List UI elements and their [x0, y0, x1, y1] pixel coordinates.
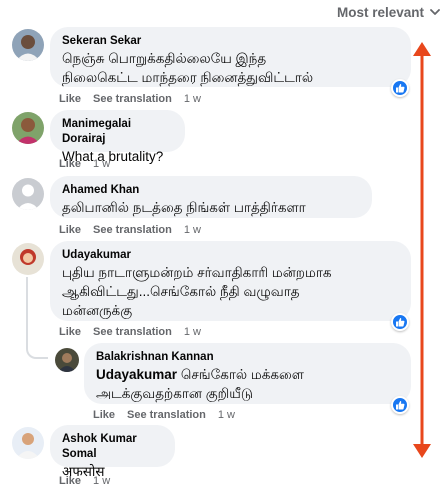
- comment-author[interactable]: Ahamed Khan: [62, 183, 360, 198]
- comment-author[interactable]: Udayakumar: [62, 248, 399, 263]
- comment-actions: Like 1 w: [59, 157, 110, 171]
- comment-text-part: செங்கோல் மக்களை: [180, 367, 304, 382]
- like-button[interactable]: Like: [93, 408, 115, 422]
- like-button[interactable]: Like: [59, 325, 81, 339]
- see-translation-button[interactable]: See translation: [93, 223, 172, 237]
- avatar[interactable]: [12, 29, 44, 61]
- comment-time[interactable]: 1 w: [93, 157, 110, 171]
- double-headed-arrow-icon: [413, 42, 431, 458]
- comment-actions: Like See translation 1 w: [59, 325, 201, 339]
- mention-link[interactable]: Udayakumar: [96, 367, 177, 382]
- comment-bubble: Sekeran Sekar நெஞ்சு பொறுக்கதில்லையே இந்…: [50, 27, 411, 87]
- avatar[interactable]: [12, 178, 44, 210]
- comment-bubble: Udayakumar புதிய நாடாளுமன்றம் சர்வாதிகார…: [50, 241, 411, 321]
- avatar[interactable]: [12, 112, 44, 144]
- comment-time[interactable]: 1 w: [93, 474, 110, 488]
- chevron-down-icon: [430, 9, 440, 15]
- comment-author[interactable]: Ashok Kumar Somal: [62, 432, 163, 462]
- comment-author[interactable]: Sekeran Sekar: [62, 34, 399, 49]
- like-button[interactable]: Like: [59, 92, 81, 106]
- comment-author[interactable]: Balakrishnan Kannan: [96, 350, 399, 365]
- thumbs-up-icon: [396, 318, 405, 327]
- comment-bubble: Balakrishnan Kannan Udayakumar செங்கோல் …: [84, 343, 411, 404]
- comment-actions: Like 1 w: [59, 474, 110, 488]
- thread-line: [26, 277, 28, 341]
- like-button[interactable]: Like: [59, 157, 81, 171]
- like-button[interactable]: Like: [59, 223, 81, 237]
- avatar[interactable]: [55, 348, 79, 372]
- comment-actions: Like See translation 1 w: [59, 92, 201, 106]
- avatar[interactable]: [12, 243, 44, 275]
- like-reaction-badge[interactable]: [391, 79, 409, 97]
- thumbs-up-icon: [396, 401, 405, 410]
- avatar[interactable]: [12, 427, 44, 459]
- comment-author[interactable]: Manimegalai Dorairaj: [62, 117, 173, 147]
- sort-label: Most relevant: [336, 4, 424, 20]
- see-translation-button[interactable]: See translation: [93, 325, 172, 339]
- comment-time[interactable]: 1 w: [184, 325, 201, 339]
- comment-time[interactable]: 1 w: [184, 223, 201, 237]
- like-reaction-badge[interactable]: [391, 396, 409, 414]
- thread-elbow: [26, 339, 48, 359]
- see-translation-button[interactable]: See translation: [127, 408, 206, 422]
- comment-text: நெஞ்சு பொறுக்கதில்லையே இந்த: [62, 51, 267, 66]
- comment-text: புதிய நாடாளுமன்றம் சர்வாதிகாரி மன்றமாக: [62, 265, 332, 280]
- comment-actions: Like See translation 1 w: [59, 223, 201, 237]
- comment-text: தலிபானில் நடத்தை நிங்கள் பாத்திர்களா: [62, 200, 306, 215]
- see-translation-button[interactable]: See translation: [93, 92, 172, 106]
- comment-text: ஆகிவிட்டது...செங்கோல் நீதி வழுவாத: [62, 284, 300, 299]
- comment-bubble: Manimegalai Dorairaj What a brutality?: [50, 110, 185, 164]
- comment-bubble: Ahamed Khan தலிபானில் நடத்தை நிங்கள் பாத…: [50, 176, 372, 218]
- thumbs-up-icon: [396, 84, 405, 93]
- comment-actions: Like See translation 1 w: [93, 408, 235, 422]
- comment-time[interactable]: 1 w: [184, 92, 201, 106]
- sort-dropdown[interactable]: Most relevant: [337, 2, 440, 22]
- comment-text: அடக்குவதற்கான குறியீடு: [96, 386, 253, 401]
- like-button[interactable]: Like: [59, 474, 81, 488]
- comment-time[interactable]: 1 w: [218, 408, 235, 422]
- comment-text: மன்னருக்கு: [62, 303, 133, 318]
- default-user-icon: [12, 178, 44, 210]
- comment-text: நிலைகெட்ட மாந்தரை நினைத்துவிட்டால்: [62, 70, 314, 85]
- comment-bubble: Ashok Kumar Somal अफसोस: [50, 425, 175, 479]
- like-reaction-badge[interactable]: [391, 313, 409, 331]
- comment-text: Udayakumar செங்கோல் மக்களை: [96, 365, 399, 384]
